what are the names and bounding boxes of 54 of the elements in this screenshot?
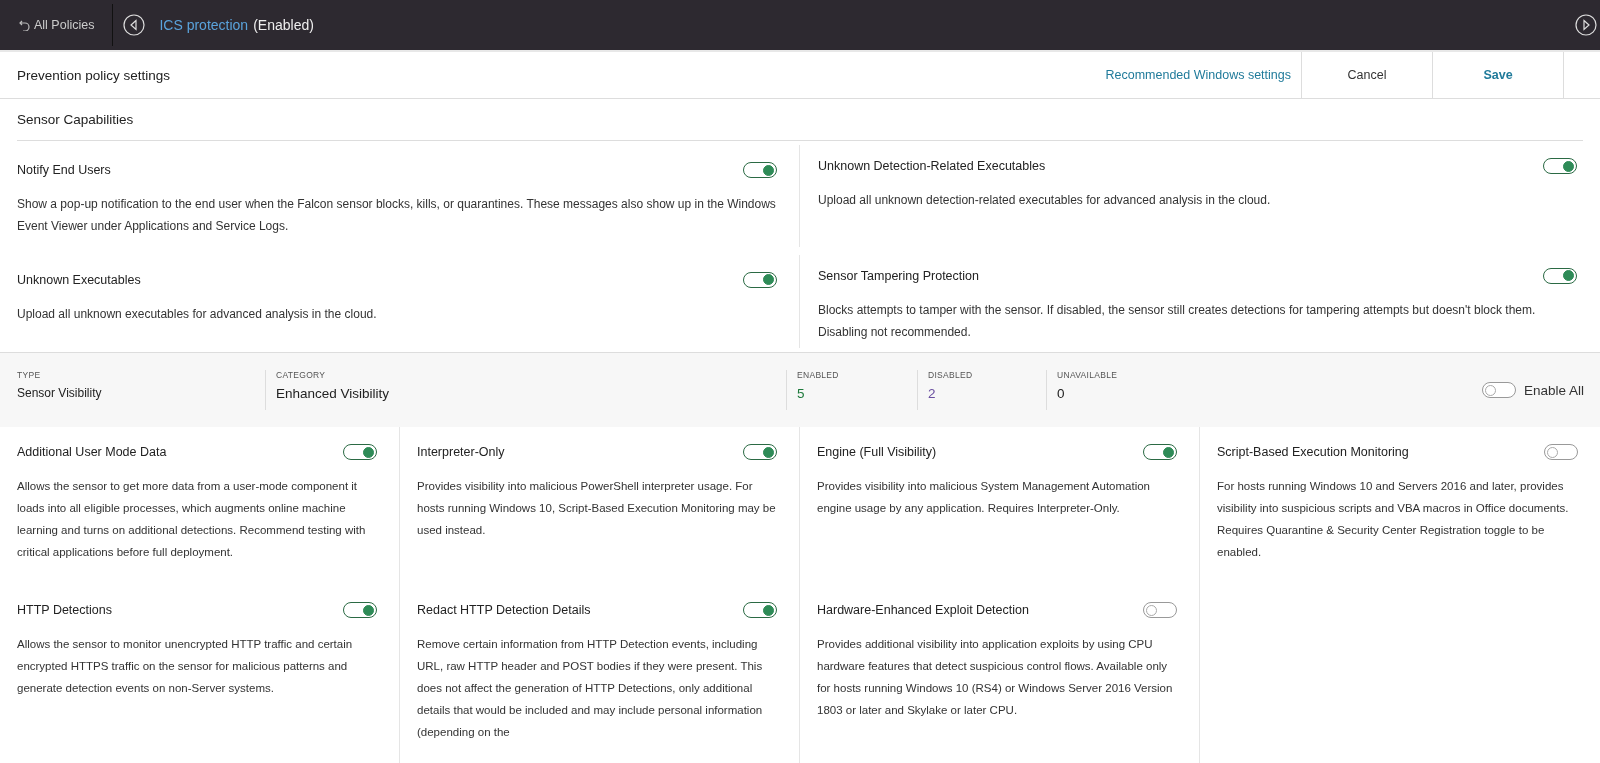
setting-title: HTTP Detections — [17, 603, 112, 617]
setting-title: Sensor Tampering Protection — [818, 268, 979, 283]
policy-name: ICS protection — [159, 17, 249, 33]
toggle-switch[interactable] — [343, 444, 377, 460]
all-policies-button[interactable]: All Policies — [0, 0, 113, 50]
setting-title: Engine (Full Visibility) — [817, 445, 937, 459]
setting-description: Upload all unknown detection-related executables for advanced analysis in the cloud. — [818, 192, 1272, 209]
toggle-switch[interactable] — [743, 444, 777, 460]
setting-description: Remove certain information from HTTP Detection events, including URL, raw HTTP header and POST bodies if they were present. This does not affect the generation of HTTP Detections, only additional details that would be included and may include personal information (depending on the — [417, 637, 764, 740]
toggle-switch[interactable] — [1143, 444, 1177, 460]
setting-description: Allows the sensor to get more data from a user-mode component it loads into all eligible processes, which augments online machine learning and turns on additional detections. Recommend testing with critical applications before full deployment. — [17, 479, 367, 560]
summary-value: 2 — [928, 386, 937, 401]
toggle-switch[interactable] — [743, 271, 777, 288]
setting-description: Show a pop-up notification to the end user when the Falcon sensor blocks, kills, or quarantines. These messages also show up in the Windows Event Viewer under Applications and Service Logs. — [17, 196, 777, 235]
setting-description: For hosts running Windows 10 and Servers 2016 and later, provides visibility into suspicious scripts and VBA macros in Office documents. Requires Quarantine & Security Center Registration toggle to be enabled. — [1217, 479, 1570, 560]
summary-value: Sensor Visibility — [17, 386, 103, 400]
section-title: Sensor Capabilities — [17, 112, 134, 127]
toggle-switch[interactable] — [743, 162, 777, 178]
summary-label: DISABLED — [928, 370, 974, 380]
setting-title: Interpreter-Only — [417, 445, 505, 459]
toggle-switch[interactable] — [1543, 267, 1577, 284]
setting-description: Blocks attempts to tamper with the sensor. If disabled, the sensor still creates detections for tampering attempts but doesn't block them. Disabling not recommended. — [818, 301, 1537, 341]
summary-value: 5 — [797, 386, 806, 401]
setting-description: Provides additional visibility into application exploits by using CPU hardware features that detect suspicious control flows. Available only for hosts running Windows 10 (RS4) or Windows Server 2016 Version 1803 or later and Skylake or later CPU. — [817, 637, 1174, 718]
toggle-switch[interactable] — [743, 602, 777, 618]
toggle-switch[interactable] — [343, 602, 377, 618]
setting-description: Allows the sensor to monitor unencrypted HTTP traffic and certain encrypted HTTPS traffic on the sensor for malicious patterns and generate detection events on non-Server systems. — [17, 637, 354, 696]
summary-label: ENABLED — [797, 370, 840, 380]
summary-label: TYPE — [17, 370, 42, 380]
setting-title: Notify End Users — [17, 163, 111, 177]
toggle-switch[interactable] — [1481, 382, 1516, 398]
setting-description: Provides visibility into malicious PowerShell interpreter usage. For hosts running Windows 10, Script-Based Execution Monitoring may be used instead. — [417, 479, 777, 538]
next-button[interactable] — [1575, 14, 1597, 36]
setting-description: Provides visibility into malicious System Management Automation engine usage by any application. Requires Interpreter-Only. — [817, 479, 1151, 516]
enable-all-label: Enable All — [1523, 382, 1584, 398]
toggle-switch[interactable] — [1143, 602, 1177, 618]
summary-value: Enhanced Visibility — [276, 386, 391, 401]
setting-title: Redact HTTP Detection Details — [417, 603, 591, 617]
summary-label: UNAVAILABLE — [1057, 370, 1118, 380]
page-title: Prevention policy settings — [17, 67, 172, 83]
setting-description: Upload all unknown executables for advanced analysis in the cloud. — [17, 305, 378, 323]
setting-title: Hardware-Enhanced Exploit Detection — [817, 603, 1029, 617]
setting-title: Additional User Mode Data — [17, 445, 167, 459]
summary-label: CATEGORY — [276, 370, 327, 380]
setting-title: Script-Based Execution Monitoring — [1217, 445, 1409, 459]
toggle-switch[interactable] — [1544, 444, 1578, 460]
recommended-settings-link[interactable]: Recommended Windows settings — [1105, 68, 1301, 82]
undo-arrow-icon — [19, 19, 30, 31]
setting-title: Unknown Executables — [17, 272, 141, 287]
toggle-switch[interactable] — [1543, 158, 1577, 174]
setting-title: Unknown Detection-Related Executables — [818, 159, 1046, 173]
summary-value: 0 — [1057, 386, 1066, 401]
previous-button[interactable] — [123, 14, 146, 36]
policy-status: (Enabled) — [253, 17, 314, 33]
